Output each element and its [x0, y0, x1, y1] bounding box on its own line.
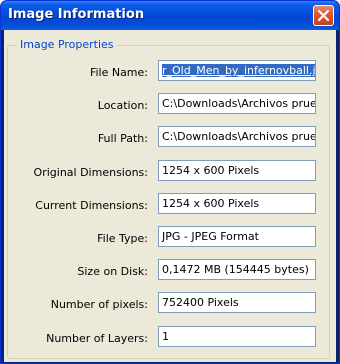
image-information-dialog: Image Information Image Properties File … — [0, 0, 340, 364]
current-dimensions-field[interactable]: 1254 x 600 Pixels — [158, 193, 316, 214]
number-of-pixels-field[interactable]: 752400 Pixels — [158, 292, 316, 313]
original-dimensions-label: Original Dimensions: — [33, 166, 148, 179]
number-of-layers-field[interactable]: 1 — [158, 326, 316, 347]
file-name-value: r_Old_Men_by_infernovball.jpg — [162, 64, 315, 77]
file-type-label: File Type: — [97, 232, 148, 245]
window-title: Image Information — [8, 7, 145, 22]
full-path-label: Full Path: — [97, 132, 148, 145]
size-on-disk-label: Size on Disk: — [77, 265, 148, 278]
file-name-label: File Name: — [89, 66, 148, 79]
current-dimensions-label: Current Dimensions: — [35, 199, 148, 212]
file-type-field[interactable]: JPG - JPEG Format — [158, 226, 316, 247]
close-button[interactable] — [313, 5, 334, 26]
dialog-body: Image Properties File Name: r_Old_Men_by… — [4, 30, 336, 362]
location-label: Location: — [97, 99, 148, 112]
original-dimensions-field[interactable]: 1254 x 600 Pixels — [158, 160, 316, 181]
title-bar[interactable]: Image Information — [1, 1, 339, 30]
number-of-pixels-label: Number of pixels: — [50, 298, 148, 311]
location-field[interactable]: C:\Downloads\Archivos prueb — [158, 93, 316, 114]
full-path-field[interactable]: C:\Downloads\Archivos prueb — [158, 126, 316, 147]
group-label: Image Properties — [17, 38, 117, 51]
file-name-field[interactable]: r_Old_Men_by_infernovball.jpg — [158, 60, 316, 81]
close-icon — [317, 9, 330, 22]
image-properties-group: Image Properties File Name: r_Old_Men_by… — [7, 38, 330, 359]
size-on-disk-field[interactable]: 0,1472 MB (154445 bytes) — [158, 259, 316, 280]
number-of-layers-label: Number of Layers: — [46, 332, 148, 345]
